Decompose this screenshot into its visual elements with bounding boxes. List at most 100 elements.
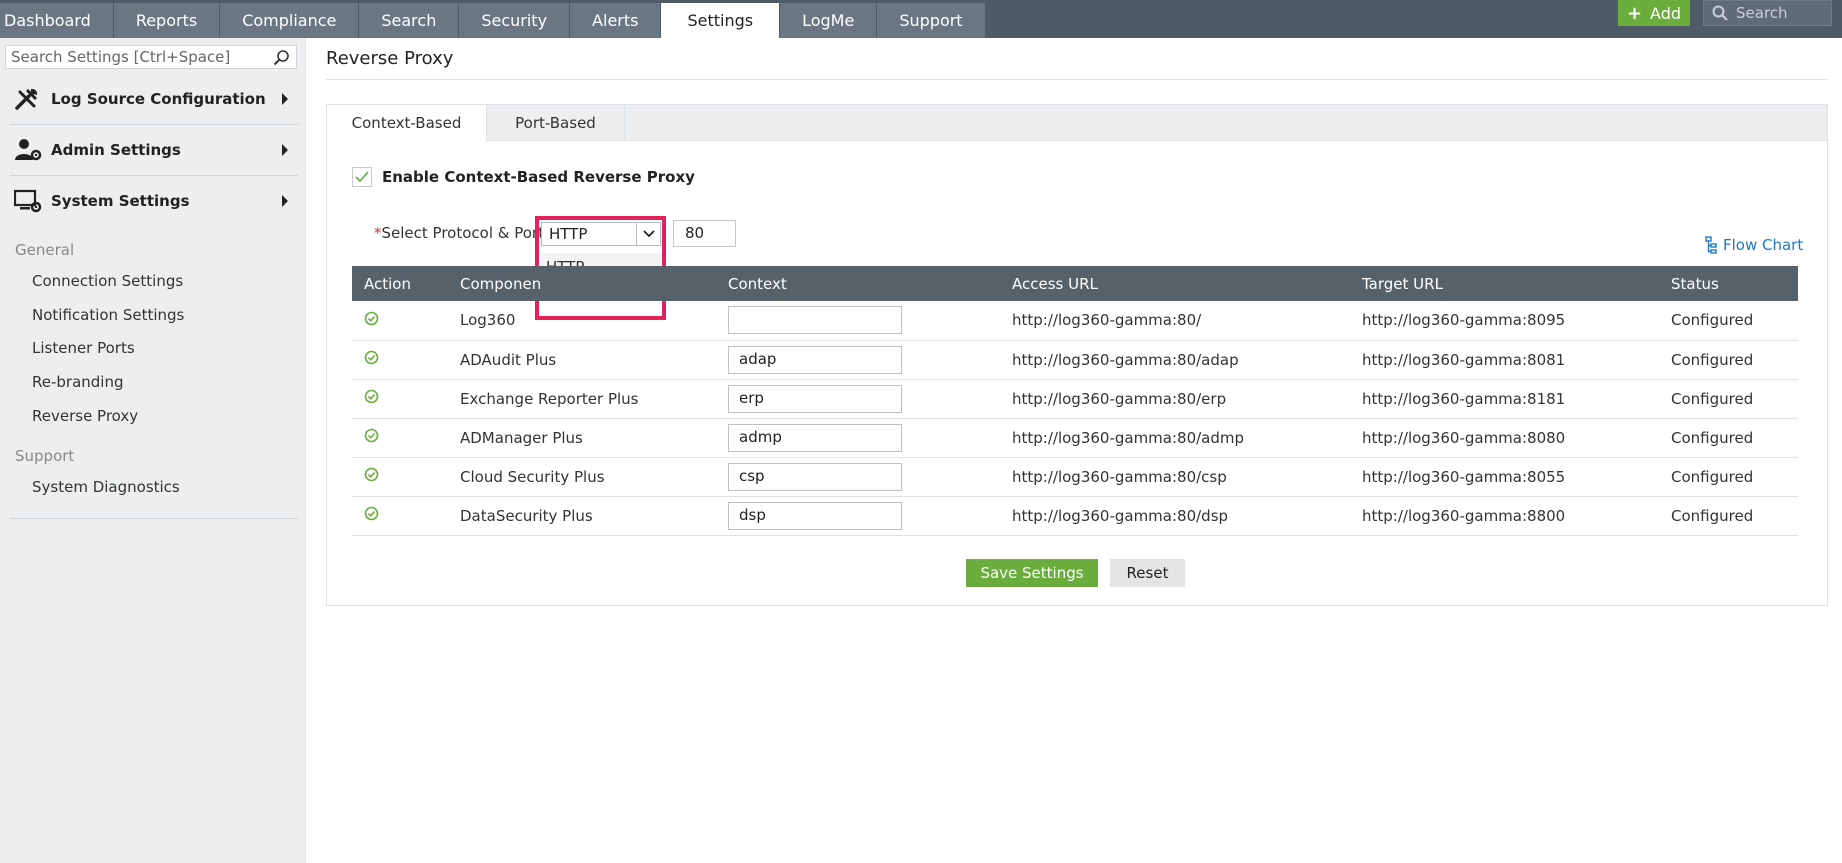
sidebar-group-general: General <box>15 241 75 259</box>
tab-port-based[interactable]: Port-Based <box>487 105 625 141</box>
sidebar-section-label: Log Source Configuration <box>51 89 266 108</box>
context-input[interactable]: adap <box>728 345 902 374</box>
tab-logme[interactable]: LogMe <box>780 3 878 38</box>
tab-settings[interactable]: Settings <box>661 3 781 38</box>
global-search-input[interactable]: Search <box>1703 0 1832 26</box>
sidebar-section-admin-settings[interactable]: Admin Settings <box>0 124 306 175</box>
status-cell: Configured <box>1671 418 1798 458</box>
context-input[interactable] <box>728 306 902 335</box>
header-access-url: Access URL <box>1012 266 1362 301</box>
target-url-cell: http://log360-gamma:8095 <box>1362 301 1671 341</box>
access-url-cell: http://log360-gamma:80/ <box>1012 301 1362 341</box>
port-input[interactable]: 80 <box>673 220 736 247</box>
table-row: Cloud Security Plus csp http://log360-ga… <box>352 457 1798 497</box>
main-tabs: Dashboard Reports Compliance Search Secu… <box>0 3 986 38</box>
tab-support[interactable]: Support <box>877 3 986 38</box>
access-url-cell: http://log360-gamma:80/dsp <box>1012 496 1362 536</box>
sidebar-item-system-diagnostics[interactable]: System Diagnostics <box>32 478 180 496</box>
settings-sidebar: Search Settings [Ctrl+Space] Log Source … <box>0 38 306 863</box>
component-cell: ADManager Plus <box>460 418 728 458</box>
enable-reverse-proxy-row: Enable Context-Based Reverse Proxy <box>352 167 695 187</box>
sidebar-item-re-branding[interactable]: Re-branding <box>32 373 124 391</box>
sidebar-group-support: Support <box>15 447 75 465</box>
component-cell: Exchange Reporter Plus <box>460 379 728 419</box>
status-cell: Configured <box>1671 496 1798 536</box>
flow-chart-label: Flow Chart <box>1723 236 1804 254</box>
context-input[interactable]: erp <box>728 384 902 413</box>
status-cell: Configured <box>1671 301 1798 341</box>
target-url-cell: http://log360-gamma:8080 <box>1362 418 1671 458</box>
table-row: ADManager Plus admp http://log360-gamma:… <box>352 418 1798 458</box>
top-navigation-bar: Dashboard Reports Compliance Search Secu… <box>0 0 1842 38</box>
monitor-gear-icon <box>14 189 42 212</box>
component-cell: DataSecurity Plus <box>460 496 728 536</box>
settings-search-input[interactable]: Search Settings [Ctrl+Space] <box>5 45 297 69</box>
context-input[interactable]: admp <box>728 423 902 452</box>
check-circle-icon[interactable] <box>364 350 379 365</box>
flow-chart-icon <box>1705 236 1717 254</box>
tab-dashboard[interactable]: Dashboard <box>0 3 114 38</box>
caret-right-icon <box>282 143 288 156</box>
status-cell: Configured <box>1671 379 1798 419</box>
check-circle-icon[interactable] <box>364 389 379 404</box>
reset-button[interactable]: Reset <box>1110 559 1185 587</box>
reverse-proxy-table: Action Componen Context Access URL Targe… <box>352 266 1798 536</box>
plus-icon: + <box>1626 2 1643 24</box>
sidebar-section-log-source-configuration[interactable]: Log Source Configuration <box>0 73 306 124</box>
sidebar-section-label: Admin Settings <box>51 140 181 159</box>
tab-context-based[interactable]: Context-Based <box>327 105 487 142</box>
table-row: Exchange Reporter Plus erp http://log360… <box>352 379 1798 419</box>
table-row: Log360 http://log360-gamma:80/ http://lo… <box>352 301 1798 341</box>
page-title: Reverse Proxy <box>326 48 454 69</box>
check-circle-icon[interactable] <box>364 311 379 326</box>
tab-alerts[interactable]: Alerts <box>570 3 662 38</box>
sidebar-item-reverse-proxy[interactable]: Reverse Proxy <box>32 407 138 425</box>
add-button[interactable]: + Add <box>1618 0 1690 26</box>
header-component: Componen <box>460 266 728 301</box>
tools-icon <box>15 88 38 110</box>
check-circle-icon[interactable] <box>364 467 379 482</box>
table-row: ADAudit Plus adap http://log360-gamma:80… <box>352 340 1798 380</box>
add-button-label: Add <box>1650 3 1682 23</box>
checkmark-icon <box>355 171 369 183</box>
target-url-cell: http://log360-gamma:8800 <box>1362 496 1671 536</box>
global-search-placeholder: Search <box>1736 4 1788 22</box>
flow-chart-link[interactable]: Flow Chart <box>1705 236 1803 254</box>
target-url-cell: http://log360-gamma:8055 <box>1362 457 1671 497</box>
status-cell: Configured <box>1671 340 1798 380</box>
title-divider <box>326 79 1828 80</box>
header-status: Status <box>1671 266 1798 301</box>
sidebar-section-label: System Settings <box>51 191 190 210</box>
caret-right-icon <box>282 194 288 207</box>
enable-reverse-proxy-checkbox[interactable] <box>352 167 372 187</box>
sidebar-section-system-settings[interactable]: System Settings <box>0 175 306 226</box>
status-cell: Configured <box>1671 457 1798 497</box>
component-cell: ADAudit Plus <box>460 340 728 380</box>
tab-reports[interactable]: Reports <box>113 3 221 38</box>
protocol-port-label-text: Select Protocol & Port <box>381 224 544 242</box>
tab-compliance[interactable]: Compliance <box>220 3 360 38</box>
sidebar-item-notification-settings[interactable]: Notification Settings <box>32 306 184 324</box>
table-row: DataSecurity Plus dsp http://log360-gamm… <box>352 496 1798 536</box>
search-icon <box>273 50 289 66</box>
header-target-url: Target URL <box>1362 266 1671 301</box>
sidebar-item-listener-ports[interactable]: Listener Ports <box>32 339 135 357</box>
tab-security[interactable]: Security <box>459 3 571 38</box>
sidebar-item-connection-settings[interactable]: Connection Settings <box>32 272 183 290</box>
caret-right-icon <box>282 92 288 105</box>
proxy-type-tabs: Context-Based Port-Based <box>327 105 1827 142</box>
protocol-port-label: *Select Protocol & Port <box>374 224 544 242</box>
header-context: Context <box>728 266 1012 301</box>
enable-reverse-proxy-label: Enable Context-Based Reverse Proxy <box>382 168 695 186</box>
save-settings-button[interactable]: Save Settings <box>966 559 1098 587</box>
check-circle-icon[interactable] <box>364 428 379 443</box>
table-header-row: Action Componen Context Access URL Targe… <box>352 266 1798 301</box>
context-input[interactable]: dsp <box>728 501 902 530</box>
check-circle-icon[interactable] <box>364 506 379 521</box>
component-cell: Cloud Security Plus <box>460 457 728 497</box>
context-input[interactable]: csp <box>728 462 902 491</box>
search-icon <box>1712 5 1728 21</box>
access-url-cell: http://log360-gamma:80/admp <box>1012 418 1362 458</box>
settings-search-placeholder: Search Settings [Ctrl+Space] <box>11 48 231 66</box>
tab-search[interactable]: Search <box>359 3 460 38</box>
